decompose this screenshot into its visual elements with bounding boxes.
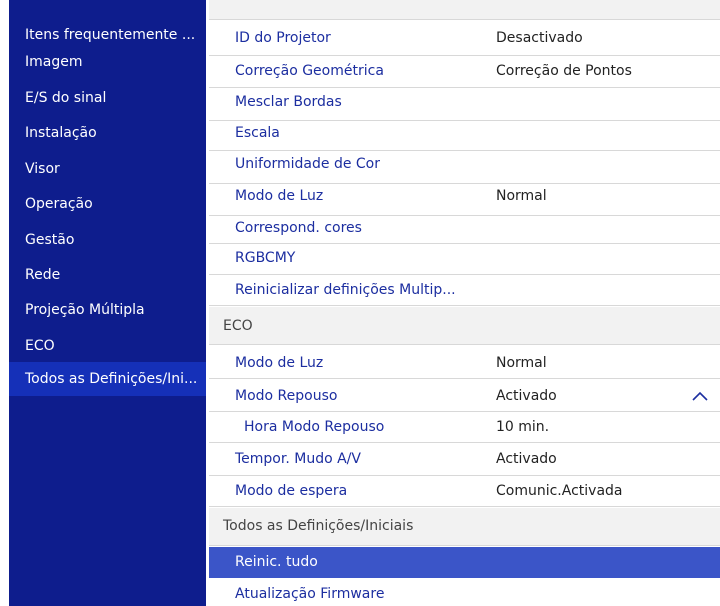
- setting-label: Modo de Luz: [235, 188, 324, 204]
- multi-projection-header-partial: [209, 0, 720, 20]
- sidebar-item-image[interactable]: Imagem: [9, 45, 206, 79]
- setting-label: Correção Geométrica: [235, 63, 384, 79]
- setting-label: RGBCMY: [235, 250, 296, 266]
- setting-row-edge-blending[interactable]: Mesclar Bordas: [209, 89, 720, 121]
- sidebar-item-signal-io[interactable]: E/S do sinal: [9, 81, 206, 115]
- setting-row-sleep-mode[interactable]: Modo Repouso Activado: [209, 380, 720, 412]
- setting-value: Activado: [496, 451, 557, 467]
- setting-row-eco-light-mode[interactable]: Modo de Luz Normal: [209, 346, 720, 379]
- sidebar-item-eco[interactable]: ECO: [9, 329, 206, 363]
- sidebar-item-multi-projection[interactable]: Projeção Múltipla: [9, 293, 206, 327]
- setting-label: Hora Modo Repouso: [244, 419, 385, 435]
- sidebar-item-installation[interactable]: Instalação: [9, 116, 206, 150]
- setting-label: Modo de Luz: [235, 355, 324, 371]
- setting-row-color-uniformity[interactable]: Uniformidade de Cor: [209, 152, 720, 184]
- setting-value: Comunic.Activada: [496, 483, 623, 499]
- setting-label: Reinic. tudo: [235, 554, 318, 570]
- setting-label: Reinicializar definições Multip...: [235, 282, 456, 298]
- setting-label: Correspond. cores: [235, 220, 362, 236]
- setting-row-reset-multi-projection[interactable]: Reinicializar definições Multip...: [209, 276, 720, 306]
- sidebar-item-network[interactable]: Rede: [9, 258, 206, 292]
- setting-value: Normal: [496, 355, 547, 371]
- setting-value: Desactivado: [496, 30, 583, 46]
- setting-label: Escala: [235, 125, 280, 141]
- setting-row-reset-all[interactable]: Reinic. tudo: [209, 547, 720, 578]
- sidebar-item-management[interactable]: Gestão: [9, 223, 206, 257]
- setting-value: 10 min.: [496, 419, 550, 435]
- setting-value: Correção de Pontos: [496, 63, 632, 79]
- setting-row-rgbcmy[interactable]: RGBCMY: [209, 245, 720, 275]
- settings-sidebar: Itens frequentemente ... Imagem E/S do s…: [9, 0, 206, 606]
- setting-label: Mesclar Bordas: [235, 94, 342, 110]
- group-header-all-settings: Todos as Definições/Iniciais: [209, 508, 720, 546]
- sidebar-item-display[interactable]: Visor: [9, 152, 206, 186]
- sidebar-item-all-settings[interactable]: Todos as Definições/Ini...: [9, 362, 206, 396]
- setting-value: Activado: [496, 388, 557, 404]
- setting-row-geometry-correction[interactable]: Correção Geométrica Correção de Pontos: [209, 57, 720, 88]
- group-header-label: Todos as Definições/Iniciais: [223, 518, 414, 534]
- setting-label: Modo de espera: [235, 483, 348, 499]
- sidebar-item-operation[interactable]: Operação: [9, 187, 206, 221]
- setting-label: Atualização Firmware: [235, 586, 385, 602]
- setting-row-color-matching[interactable]: Correspond. cores: [209, 217, 720, 244]
- setting-row-sleep-mode-time[interactable]: Hora Modo Repouso 10 min.: [209, 413, 720, 443]
- setting-row-scale[interactable]: Escala: [209, 122, 720, 151]
- group-header-label: ECO: [223, 318, 253, 334]
- setting-row-firmware-update[interactable]: Atualização Firmware: [209, 579, 720, 606]
- setting-label: Tempor. Mudo A/V: [235, 451, 361, 467]
- setting-row-projector-id[interactable]: ID do Projetor Desactivado: [209, 21, 720, 56]
- setting-label: ID do Projetor: [235, 30, 331, 46]
- setting-label: Modo Repouso: [235, 388, 338, 404]
- chevron-up-icon[interactable]: [692, 391, 708, 401]
- setting-row-standby-mode[interactable]: Modo de espera Comunic.Activada: [209, 477, 720, 507]
- setting-value: Normal: [496, 188, 547, 204]
- group-header-eco: ECO: [209, 307, 720, 345]
- setting-row-av-mute-timer[interactable]: Tempor. Mudo A/V Activado: [209, 444, 720, 476]
- setting-label: Uniformidade de Cor: [235, 156, 381, 172]
- settings-content: ID do Projetor Desactivado Correção Geom…: [209, 0, 720, 606]
- setting-row-light-mode[interactable]: Modo de Luz Normal: [209, 185, 720, 216]
